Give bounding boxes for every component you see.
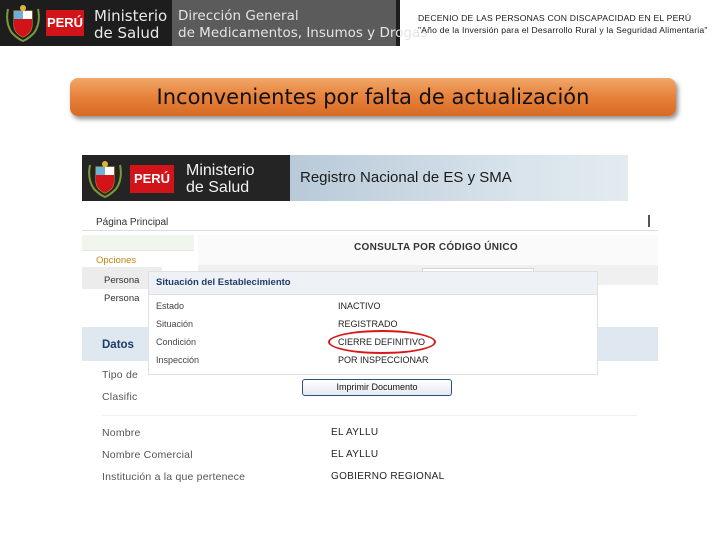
ministerio-line1: Ministerio: [186, 162, 255, 179]
situacion-title: Situación del Establecimiento: [156, 277, 291, 288]
nav-separator: [648, 215, 650, 227]
situacion-panel: Situación del Establecimiento Estado INA…: [148, 271, 598, 375]
peru-label: PERÚ: [46, 10, 84, 36]
registry-header: PERÚ Ministerio de Salud Registro Nacion…: [82, 155, 628, 201]
ministerio-line1: Ministerio: [94, 7, 168, 25]
datos-heading: Datos: [102, 339, 134, 351]
institucion-value: GOBIERNO REGIONAL: [331, 471, 445, 482]
clasificacion-label: Clasific: [102, 391, 138, 403]
condicion-label: Condición: [156, 337, 197, 347]
sidebar-item-persona-1[interactable]: Persona: [104, 275, 139, 286]
ministerio-line2: de Salud: [186, 179, 250, 196]
divider: [102, 415, 637, 416]
nav-bar: [82, 212, 658, 231]
nombre-value: EL AYLLU: [331, 427, 379, 438]
sidebar-header: [82, 235, 194, 251]
decree-line1: DECENIO DE LAS PERSONAS CON DISCAPACIDAD…: [418, 13, 692, 23]
ministerio-label: Ministerio de Salud: [94, 8, 167, 42]
registry-title: Registro Nacional de ES y SMA: [300, 169, 512, 186]
situacion-header: Situación del Establecimiento: [149, 272, 597, 295]
decree-text: DECENIO DE LAS PERSONAS CON DISCAPACIDAD…: [418, 12, 708, 36]
direccion-label: Dirección General de Medicamentos, Insum…: [178, 8, 427, 42]
print-document-button[interactable]: Imprimir Documento: [302, 379, 452, 396]
slide-title: Inconvenientes por falta de actualizació…: [156, 85, 590, 109]
estado-value: INACTIVO: [338, 301, 381, 311]
highlight-oval: [328, 330, 436, 354]
decree-line2: "Año de la Inversión para el Desarrollo …: [418, 25, 708, 35]
peru-label: PERÚ: [130, 165, 174, 193]
ministry-banner: PERÚ Ministerio de Salud Dirección Gener…: [0, 0, 427, 46]
situacion-value: REGISTRADO: [338, 319, 398, 329]
institucion-label: Institución a la que pertenece: [102, 471, 246, 483]
peru-shield-icon: [6, 5, 40, 43]
direccion-line1: Dirección General: [178, 8, 299, 24]
nav-home-link[interactable]: Página Principal: [96, 217, 168, 228]
ministerio-label: Ministerio de Salud: [186, 162, 254, 196]
consulta-title: CONSULTA POR CÓDIGO ÚNICO: [354, 242, 518, 253]
tipo-label: Tipo de: [102, 369, 139, 381]
registry-screenshot: PERÚ Ministerio de Salud Registro Nacion…: [82, 155, 658, 483]
inspeccion-value: POR INSPECCIONAR: [338, 355, 429, 365]
slide-title-bar: Inconvenientes por falta de actualizació…: [70, 78, 676, 116]
direccion-block: Dirección General de Medicamentos, Insum…: [172, 0, 427, 46]
estado-label: Estado: [156, 301, 185, 311]
sidebar-options-label: Opciones: [96, 255, 137, 266]
peru-shield-icon: [88, 161, 122, 199]
nombre-label: Nombre: [102, 427, 141, 439]
direccion-line2: de Medicamentos, Insumos y Drogas: [178, 25, 428, 41]
nombre-comercial-label: Nombre Comercial: [102, 449, 193, 461]
ministerio-line2: de Salud: [94, 24, 160, 42]
sidebar-item-persona-2[interactable]: Persona: [104, 293, 139, 304]
inspeccion-label: Inspección: [156, 355, 200, 365]
registry-banner: Registro Nacional de ES y SMA: [290, 155, 628, 201]
nombre-comercial-value: EL AYLLU: [331, 449, 379, 460]
situacion-label: Situación: [156, 319, 194, 329]
